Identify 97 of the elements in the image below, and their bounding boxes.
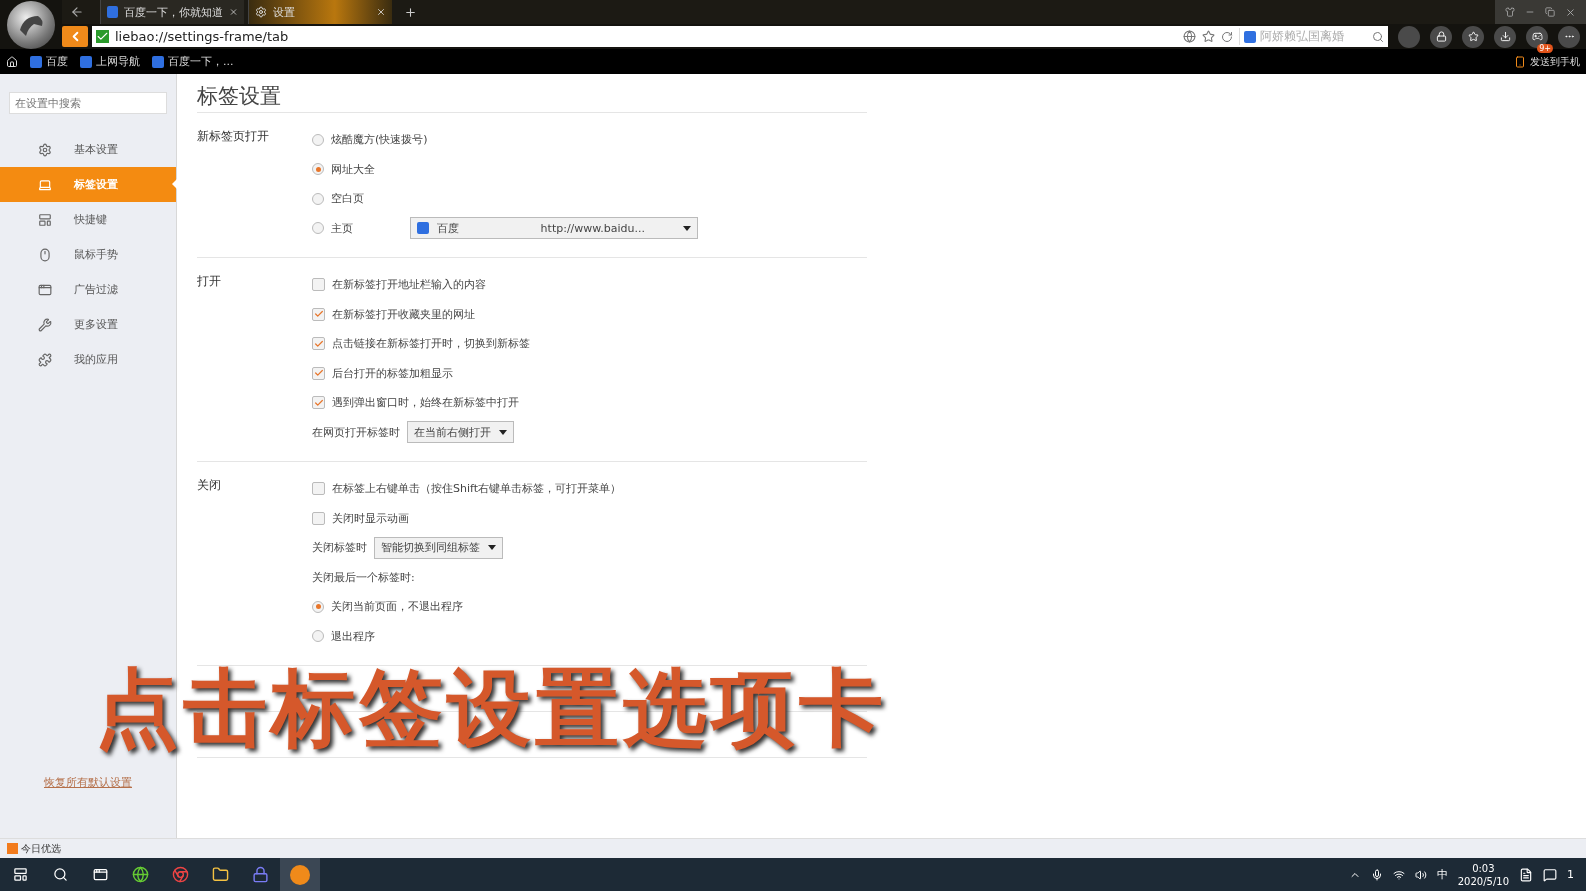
option-label: 在标签上右键单击（按住Shift右键单击标签，可打开菜单） xyxy=(332,481,621,497)
bookmark[interactable]: 百度 xyxy=(30,54,68,69)
home-icon[interactable] xyxy=(6,55,18,68)
radio-button[interactable] xyxy=(312,222,324,235)
dropdown-label: 在网页打开标签时 xyxy=(312,424,400,440)
sidebar-item[interactable]: 鼠标手势 xyxy=(0,237,176,272)
checkbox[interactable] xyxy=(312,337,325,351)
page-title: 标签设置 xyxy=(197,82,867,113)
close-icon[interactable] xyxy=(376,7,386,17)
checkbox[interactable] xyxy=(312,396,325,410)
globe-icon[interactable] xyxy=(1183,30,1196,43)
notification-icon[interactable] xyxy=(1543,867,1557,882)
window-icon xyxy=(38,282,52,297)
volume-icon[interactable] xyxy=(1414,868,1427,881)
section-label: 新标签页打开 xyxy=(197,128,270,145)
sidebar-item[interactable]: 广告过滤 xyxy=(0,272,176,307)
send-to-phone-link[interactable]: 发送到手机 xyxy=(1514,54,1580,69)
layout-icon xyxy=(38,212,52,227)
sidebar-item[interactable]: 快捷键 xyxy=(0,202,176,237)
option-label: 空白页 xyxy=(331,191,364,207)
more-button[interactable] xyxy=(1558,25,1580,48)
option-label: 在新标签打开地址栏输入的内容 xyxy=(332,277,486,293)
checkbox[interactable] xyxy=(312,482,325,496)
reload-icon[interactable] xyxy=(1221,30,1233,43)
laptop-icon xyxy=(38,177,52,192)
mouse-icon xyxy=(38,247,52,262)
dropdown[interactable]: 智能切换到同组标签 xyxy=(374,536,503,559)
homepage-dropdown[interactable]: 百度 http://www.baidu... xyxy=(410,217,698,240)
search-placeholder: 阿娇赖弘国离婚 xyxy=(1260,28,1344,45)
option-label: 遇到弹出窗口时，始终在新标签中打开 xyxy=(332,395,519,411)
restore-icon[interactable] xyxy=(1545,7,1555,17)
option-label: 关闭当前页面，不退出程序 xyxy=(331,599,463,615)
puzzle-icon xyxy=(38,352,52,367)
star-icon[interactable] xyxy=(1202,30,1215,43)
back-button[interactable] xyxy=(62,26,88,47)
option-label: 主页 xyxy=(331,220,353,236)
section-label: 关闭 xyxy=(197,477,222,494)
microphone-icon[interactable] xyxy=(1370,868,1383,881)
sidebar-item[interactable]: 基本设置 xyxy=(0,132,176,167)
option-label: 网址大全 xyxy=(331,161,375,177)
ime-indicator[interactable]: 中 xyxy=(1436,867,1448,882)
wifi-icon[interactable] xyxy=(1392,868,1405,881)
restore-link[interactable]: 恢复所有默认设置 xyxy=(44,775,132,790)
gear-icon xyxy=(38,142,52,157)
download-button[interactable] xyxy=(1494,25,1516,48)
shirt-icon[interactable] xyxy=(1505,7,1515,17)
download-icon xyxy=(1499,31,1511,42)
browser-button[interactable] xyxy=(280,858,320,891)
browser-icon xyxy=(290,864,310,885)
caption-text: 点击标签设置选项卡 xyxy=(95,658,887,759)
dropdown-label: 关闭标签时 xyxy=(312,540,367,556)
checkbox[interactable] xyxy=(312,511,325,525)
sidebar-item[interactable]: 更多设置 xyxy=(0,307,176,342)
gear-icon xyxy=(255,6,267,18)
gamepad-icon xyxy=(1531,31,1543,42)
radio-button[interactable] xyxy=(312,133,324,146)
checkbox[interactable] xyxy=(312,366,325,380)
note-text: 关闭最后一个标签时: xyxy=(312,569,415,585)
section-label: 打开 xyxy=(197,273,222,290)
option-label: 在新标签打开收藏夹里的网址 xyxy=(332,306,475,322)
lock-icon xyxy=(1435,31,1447,42)
browser-tab[interactable]: 设置 xyxy=(248,0,392,24)
radio-button[interactable] xyxy=(312,600,324,613)
close-icon[interactable] xyxy=(228,7,238,17)
option-label: 炫酷魔方(快速拨号) xyxy=(331,132,428,148)
address-bar[interactable]: liebao://settings-frame/tab 阿娇赖弘国离婚 xyxy=(92,26,1388,47)
star-icon xyxy=(1467,31,1479,42)
option-label: 关闭时显示动画 xyxy=(332,510,409,526)
back-icon[interactable] xyxy=(70,5,84,19)
wrench-icon xyxy=(38,317,52,332)
clock[interactable]: 0:03 2020/5/10 xyxy=(1457,861,1509,888)
round-button[interactable] xyxy=(1398,25,1420,48)
bookmark[interactable]: 上网导航 xyxy=(80,54,140,69)
count-badge: 9+ xyxy=(1537,43,1553,53)
secure-icon xyxy=(96,30,109,43)
notification-count: 1 xyxy=(1567,868,1574,881)
radio-button[interactable] xyxy=(312,192,324,205)
option-label: 点击链接在新标签打开时，切换到新标签 xyxy=(332,336,530,352)
browser-tab[interactable]: 百度一下，你就知道 xyxy=(100,0,244,24)
sidebar-item[interactable]: 我的应用 xyxy=(0,342,176,377)
radio-button[interactable] xyxy=(312,630,324,643)
lock-button[interactable] xyxy=(1430,25,1452,48)
new-tab-icon[interactable] xyxy=(404,6,417,19)
checkbox[interactable] xyxy=(312,278,325,292)
favorites-button[interactable] xyxy=(1462,25,1484,48)
option-label: 退出程序 xyxy=(331,628,375,644)
checkbox[interactable] xyxy=(312,307,325,321)
dropdown[interactable]: 在当前右侧打开 xyxy=(407,421,514,444)
browser-logo[interactable] xyxy=(7,0,55,49)
bookmark[interactable]: 百度一下，... xyxy=(152,54,234,69)
search-field[interactable]: 在设置中搜索 xyxy=(9,92,167,114)
status-link[interactable]: 今日优选 xyxy=(21,841,61,856)
phone-icon xyxy=(1514,55,1526,68)
note-icon[interactable] xyxy=(1519,867,1533,882)
option-label: 后台打开的标签加粗显示 xyxy=(332,365,453,381)
radio-button[interactable] xyxy=(312,163,324,176)
close-icon[interactable] xyxy=(1565,6,1576,18)
